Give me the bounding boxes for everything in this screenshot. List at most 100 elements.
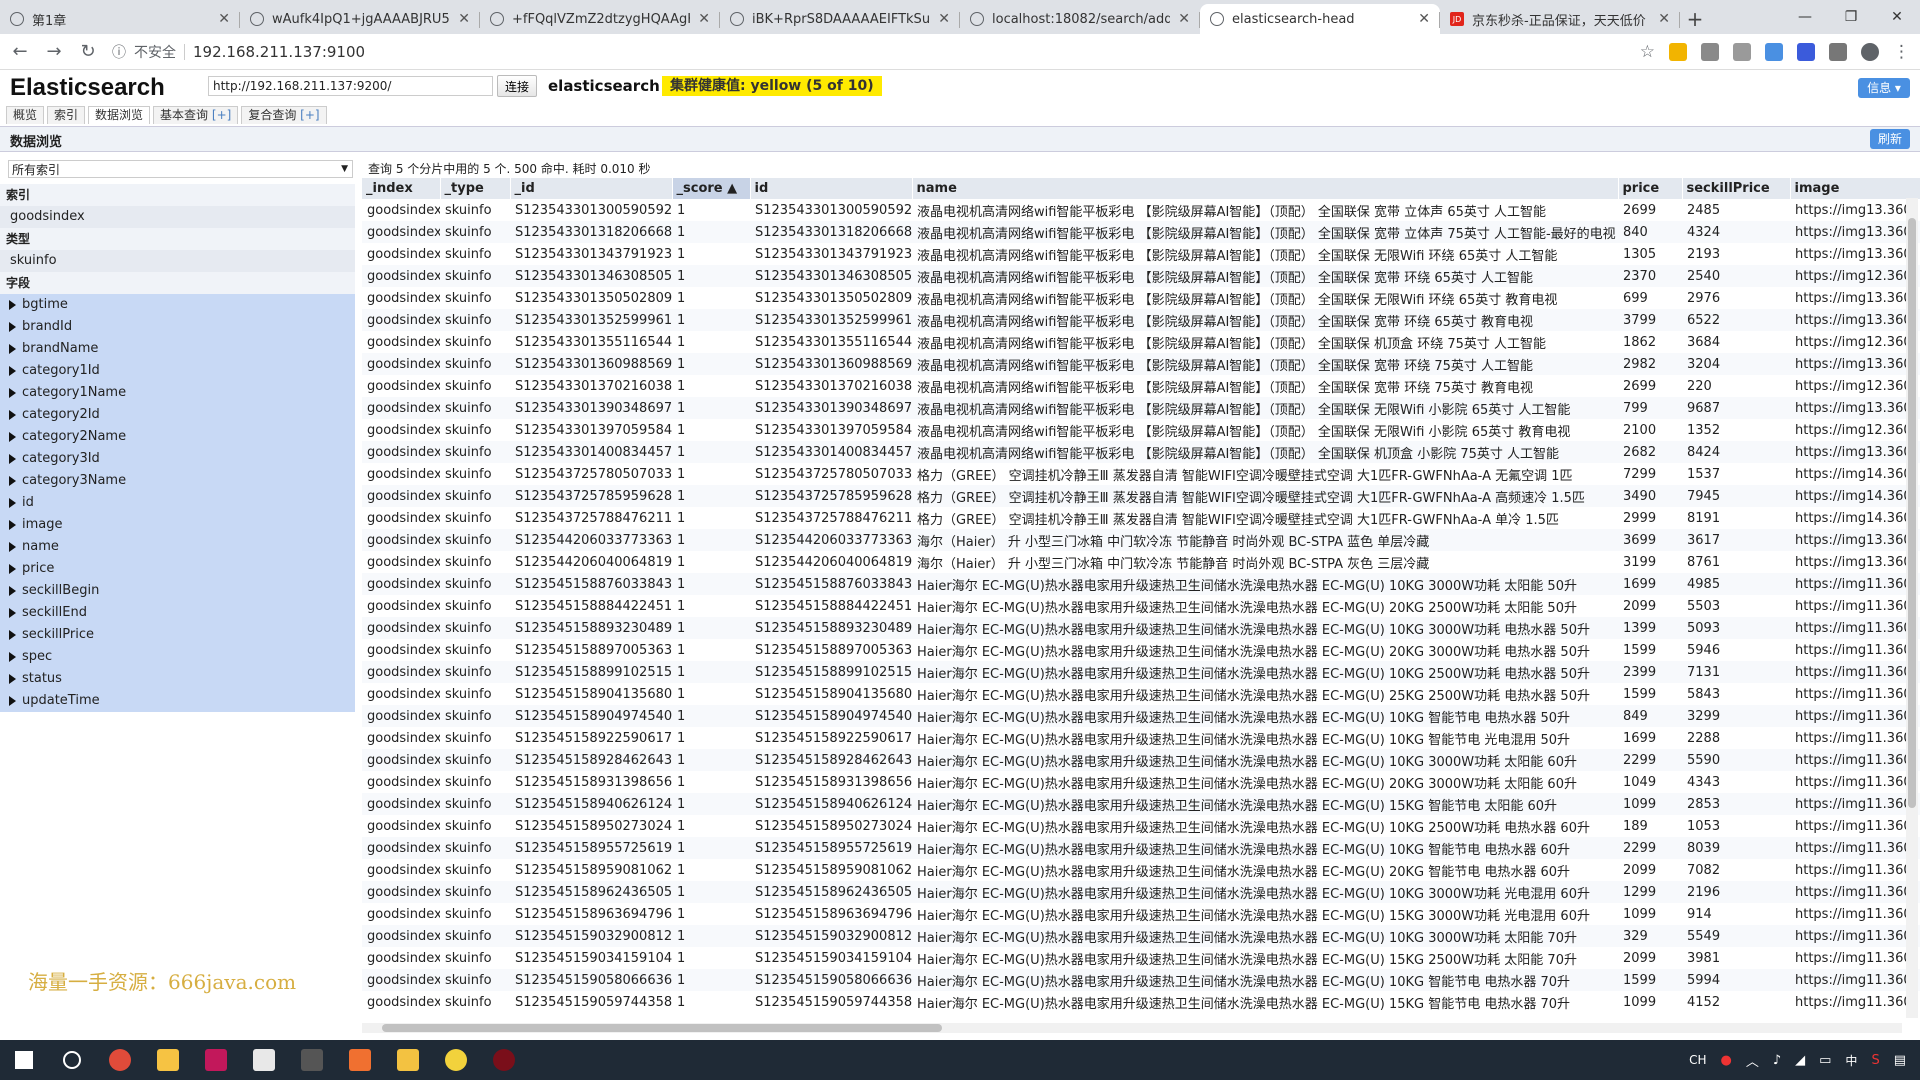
- tab-indices[interactable]: 索引: [47, 106, 86, 124]
- chrome-icon[interactable]: [96, 1040, 144, 1080]
- close-tab-icon[interactable]: ✕: [1658, 11, 1670, 27]
- antivirus-icon[interactable]: ●: [1720, 1053, 1731, 1068]
- extension-icon[interactable]: [1797, 42, 1815, 61]
- field-item[interactable]: brandId: [0, 316, 355, 338]
- intellij-icon[interactable]: [192, 1040, 240, 1080]
- start-windows-icon[interactable]: [0, 1040, 48, 1080]
- bookmark-star-icon[interactable]: ☆: [1640, 42, 1655, 62]
- table-row[interactable]: goodsindex skuinfo S1235433013903486976 1 S1…: [362, 397, 1920, 419]
- column-header[interactable]: price: [1618, 178, 1683, 199]
- vertical-scrollbar[interactable]: [1906, 198, 1918, 1018]
- browser-tab[interactable]: wAufk4IpQ1+jgAAAABJRU5E ✕: [240, 4, 480, 34]
- tab-compound-query[interactable]: 复合查询 [+]: [241, 106, 327, 124]
- omnibox[interactable]: ⓘ 不安全 192.168.211.137:9100: [112, 38, 1626, 66]
- tab-overview[interactable]: 概览: [6, 106, 45, 124]
- column-header[interactable]: name: [912, 178, 1619, 199]
- forward-icon[interactable]: →: [44, 41, 64, 62]
- app-icon[interactable]: [144, 1040, 192, 1080]
- field-item[interactable]: bgtime: [0, 294, 355, 316]
- column-header[interactable]: _type: [440, 178, 511, 199]
- table-row[interactable]: goodsindex skuinfo S1235433013182066688 1 S1…: [362, 221, 1920, 243]
- table-row[interactable]: goodsindex skuinfo S1235451588760338432 1 S1…: [362, 573, 1920, 595]
- extension-icon[interactable]: [1765, 42, 1783, 61]
- reload-icon[interactable]: ↻: [78, 41, 98, 62]
- field-item[interactable]: updateTime: [0, 690, 355, 712]
- notification-icon[interactable]: ▤: [1894, 1053, 1906, 1068]
- field-item[interactable]: category1Name: [0, 382, 355, 404]
- table-row[interactable]: goodsindex skuinfo S1235451589041356800 1 S1…: [362, 683, 1920, 705]
- table-row[interactable]: goodsindex skuinfo S1235442060337733632 1 S1…: [362, 529, 1920, 551]
- scrollbar-thumb[interactable]: [1908, 218, 1916, 808]
- browser-tab[interactable]: elasticsearch-head ✕: [1200, 4, 1440, 34]
- field-item[interactable]: spec: [0, 646, 355, 668]
- table-row[interactable]: goodsindex skuinfo S1235433014008344576 1 S1…: [362, 441, 1920, 463]
- tab-plus[interactable]: [+]: [212, 108, 231, 122]
- field-item[interactable]: image: [0, 514, 355, 536]
- app-icon[interactable]: [432, 1040, 480, 1080]
- volume-icon[interactable]: ♪: [1773, 1053, 1781, 1068]
- browser-tab[interactable]: JD 京东秒杀-正品保证，天天低价 ✕: [1440, 4, 1680, 34]
- file-explorer-icon[interactable]: [384, 1040, 432, 1080]
- table-row[interactable]: goodsindex skuinfo S1235442060400648192 1 S1…: [362, 551, 1920, 573]
- table-row[interactable]: goodsindex skuinfo S1235433013702160384 1 S1…: [362, 375, 1920, 397]
- ime-indicator[interactable]: 中: [1845, 1052, 1857, 1069]
- chevron-up-icon[interactable]: ︿: [1746, 1051, 1759, 1070]
- table-row[interactable]: goodsindex skuinfo S1235437257805070336 1 S1…: [362, 463, 1920, 485]
- table-row[interactable]: goodsindex skuinfo S1235451588844224512 1 S1…: [362, 595, 1920, 617]
- column-header[interactable]: image: [1790, 178, 1920, 199]
- minimize-icon[interactable]: —: [1782, 9, 1828, 25]
- close-tab-icon[interactable]: ✕: [938, 11, 950, 27]
- extension-icon[interactable]: [1701, 42, 1719, 61]
- terminal-icon[interactable]: [288, 1040, 336, 1080]
- browser-tab[interactable]: iBK+RprS8DAAAAAEIFTkSuQm ✕: [720, 4, 960, 34]
- table-row[interactable]: goodsindex skuinfo S1235451590329008128 1 S1…: [362, 925, 1920, 947]
- column-header[interactable]: seckillPrice: [1682, 178, 1791, 199]
- field-item[interactable]: name: [0, 536, 355, 558]
- close-tab-icon[interactable]: ✕: [698, 11, 710, 27]
- refresh-button[interactable]: 刷新: [1870, 129, 1910, 149]
- column-header[interactable]: _id: [510, 178, 673, 199]
- field-item[interactable]: seckillEnd: [0, 602, 355, 624]
- table-row[interactable]: goodsindex skuinfo S1235433013970595840 1 S1…: [362, 419, 1920, 441]
- table-row[interactable]: goodsindex skuinfo S1235451589624365056 1 S1…: [362, 881, 1920, 903]
- app-icon[interactable]: [480, 1040, 528, 1080]
- menu-kebab-icon[interactable]: ⋮: [1893, 42, 1910, 62]
- table-row[interactable]: goodsindex skuinfo S1235451589313986560 1 S1…: [362, 771, 1920, 793]
- table-row[interactable]: goodsindex skuinfo S1235451588970053632 1 S1…: [362, 639, 1920, 661]
- info-dropdown-button[interactable]: 信息 ▾: [1858, 78, 1910, 98]
- table-row[interactable]: goodsindex skuinfo S1235437257884762112 1 S1…: [362, 507, 1920, 529]
- horizontal-scrollbar[interactable]: [362, 1023, 1902, 1033]
- restore-icon[interactable]: ❐: [1828, 9, 1874, 25]
- field-item[interactable]: id: [0, 492, 355, 514]
- search-circle-icon[interactable]: [48, 1040, 96, 1080]
- app-icon[interactable]: [336, 1040, 384, 1080]
- column-header[interactable]: _index: [362, 178, 441, 199]
- column-header[interactable]: _score ▲: [672, 178, 751, 199]
- index-select[interactable]: 所有索引 ▼: [8, 160, 353, 178]
- address-url[interactable]: 192.168.211.137:9100: [193, 43, 365, 61]
- table-row[interactable]: goodsindex skuinfo S1235451589636947968 1 S1…: [362, 903, 1920, 925]
- tab-basic-query[interactable]: 基本查询 [+]: [153, 106, 239, 124]
- table-row[interactable]: goodsindex skuinfo S1235451589590810624 1 S1…: [362, 859, 1920, 881]
- table-row[interactable]: goodsindex skuinfo S1235451590580666368 1 S1…: [362, 969, 1920, 991]
- browser-tab[interactable]: localhost:18082/search/add/a ✕: [960, 4, 1200, 34]
- browser-tab[interactable]: +fFQqlVZmZ2dtzygHQAAgH ✕: [480, 4, 720, 34]
- field-item[interactable]: status: [0, 668, 355, 690]
- table-row[interactable]: goodsindex skuinfo S1235433013463085056 1 S1…: [362, 265, 1920, 287]
- table-row[interactable]: goodsindex skuinfo S1235437257859596288 1 S1…: [362, 485, 1920, 507]
- info-circle-icon[interactable]: ⓘ: [112, 42, 126, 62]
- new-tab-button[interactable]: +: [1680, 4, 1710, 34]
- close-tab-icon[interactable]: ✕: [1418, 11, 1430, 27]
- index-item[interactable]: goodsindex: [0, 206, 355, 228]
- extension-icon[interactable]: [1829, 42, 1847, 61]
- language-indicator[interactable]: CH: [1689, 1053, 1706, 1067]
- table-row[interactable]: goodsindex skuinfo S1235451589225906176 1 S1…: [362, 727, 1920, 749]
- cluster-url-input[interactable]: [208, 76, 493, 96]
- field-item[interactable]: seckillBegin: [0, 580, 355, 602]
- browser-tab[interactable]: 第1章 ✕: [0, 4, 240, 34]
- ime-icon[interactable]: S: [1871, 1053, 1879, 1068]
- table-row[interactable]: goodsindex skuinfo S1235433013609885696 1 S1…: [362, 353, 1920, 375]
- tab-data-browser[interactable]: 数据浏览: [88, 106, 151, 124]
- close-tab-icon[interactable]: ✕: [1178, 11, 1190, 27]
- table-row[interactable]: goodsindex skuinfo S1235451589557256192 1 S1…: [362, 837, 1920, 859]
